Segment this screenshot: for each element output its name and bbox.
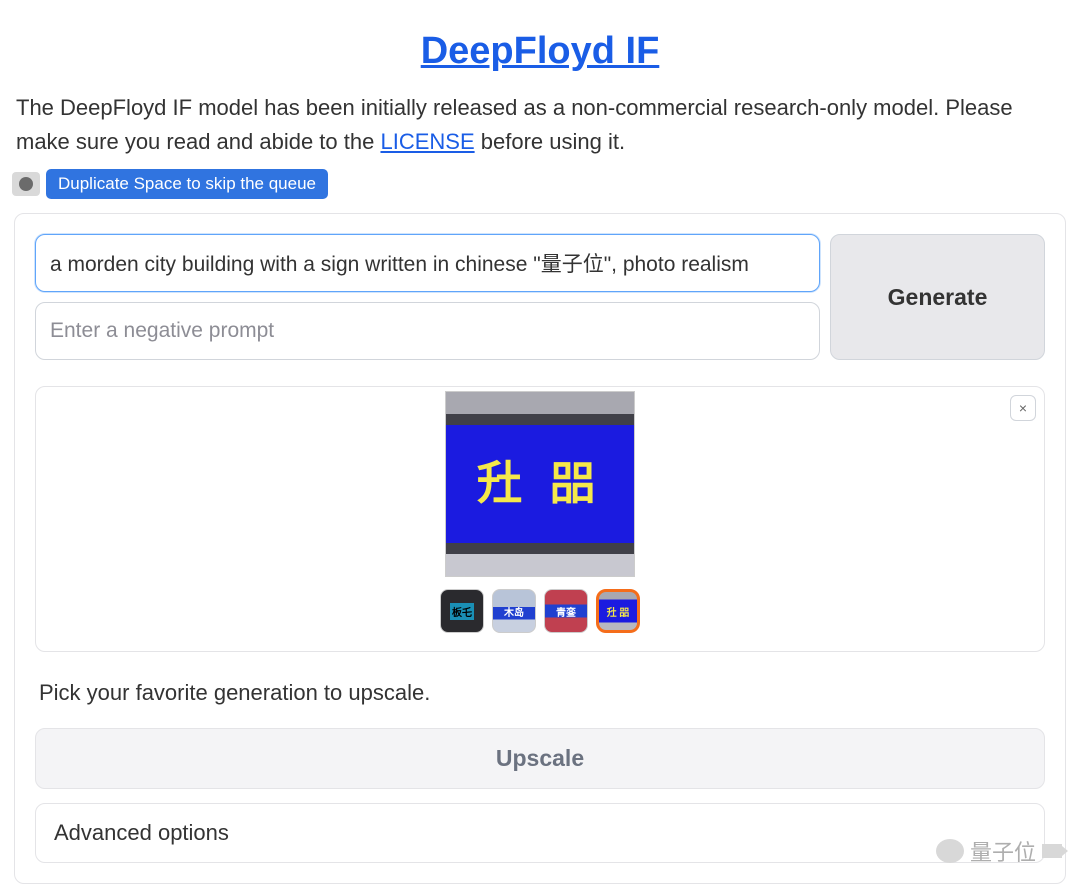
pick-instruction: Pick your favorite generation to upscale… (39, 680, 1041, 706)
duplicate-space-button[interactable]: Duplicate Space to skip the queue (46, 169, 328, 199)
thumbnail-2[interactable]: 木岛 (492, 589, 536, 633)
watermark: 量子位 (936, 835, 1062, 867)
duplicate-icon (12, 172, 40, 196)
page-title-wrap: DeepFloyd IF (0, 0, 1080, 91)
upscale-button[interactable]: Upscale (35, 728, 1045, 789)
input-column (35, 234, 820, 360)
watermark-text: 量子位 (970, 835, 1036, 867)
negative-prompt-input[interactable] (35, 302, 820, 360)
camera-icon (1042, 844, 1062, 858)
description-text-after: before using it. (481, 129, 625, 154)
generate-button[interactable]: Generate (830, 234, 1045, 360)
result-panel: × 圱 㗊 板乇 木岛 青銮 圱 㗊 (35, 386, 1045, 652)
thumbnail-4[interactable]: 圱 㗊 (596, 589, 640, 633)
thumbnail-3[interactable]: 青銮 (544, 589, 588, 633)
page-title-link[interactable]: DeepFloyd IF (421, 30, 660, 72)
generated-image-main: 圱 㗊 (445, 391, 635, 577)
input-row: Generate (35, 234, 1045, 360)
thumbnail-row: 板乇 木岛 青銮 圱 㗊 (36, 589, 1044, 633)
main-panel: Generate × 圱 㗊 板乇 木岛 青銮 圱 㗊 Pick your fa… (14, 213, 1066, 884)
wechat-icon (936, 839, 964, 863)
generated-image-sign-text: 圱 㗊 (469, 447, 612, 513)
close-icon[interactable]: × (1010, 395, 1036, 421)
advanced-options-toggle[interactable]: Advanced options (35, 803, 1045, 863)
prompt-input[interactable] (35, 234, 820, 292)
badge-row: Duplicate Space to skip the queue (0, 159, 1080, 213)
description: The DeepFloyd IF model has been initiall… (0, 91, 1080, 159)
license-link[interactable]: LICENSE (380, 129, 474, 154)
thumbnail-1[interactable]: 板乇 (440, 589, 484, 633)
